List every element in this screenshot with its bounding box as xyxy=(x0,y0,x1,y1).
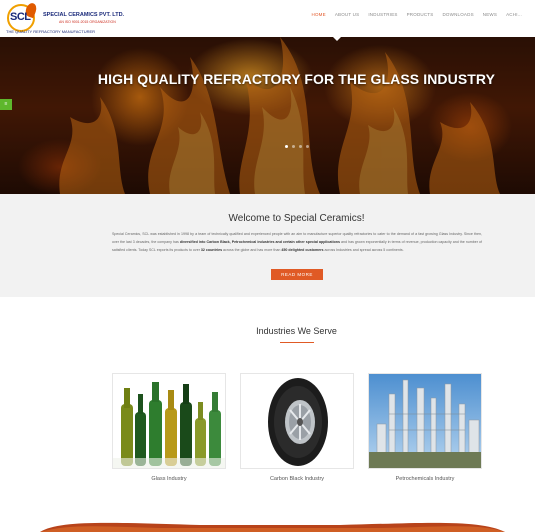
glass-bottles-image xyxy=(113,374,225,468)
industry-card-petrochemicals[interactable] xyxy=(368,373,482,469)
tyre-image xyxy=(241,374,353,468)
refinery-image xyxy=(369,374,481,468)
nav-downloads[interactable]: DOWNLOADS xyxy=(442,12,473,17)
welcome-section: Welcome to Special Ceramics! Special Cer… xyxy=(0,194,535,297)
main-nav: HOME ABOUT US INDUSTRIES PRODUCTS DOWNLO… xyxy=(312,12,523,17)
logo-tagline: THE QUALITY REFRACTORY MANUFACTURER xyxy=(6,29,96,34)
slider-dot-4[interactable] xyxy=(306,145,309,148)
welcome-body: Special Ceramics, SCL was established in… xyxy=(112,231,482,254)
nav-home[interactable]: HOME xyxy=(312,12,326,17)
logo-letters: SCL xyxy=(10,11,31,23)
nav-products[interactable]: PRODUCTS xyxy=(407,12,434,17)
welcome-title: Welcome to Special Ceramics! xyxy=(228,213,365,224)
iso-badge-text: AN ISO 9001:2015 ORGANIZATION xyxy=(59,20,116,24)
site-header: SCL THE QUALITY REFRACTORY MANUFACTURER … xyxy=(0,0,535,37)
industry-card-carbon-black[interactable] xyxy=(240,373,354,469)
title-underline xyxy=(280,342,314,343)
footer-fire-wave xyxy=(40,522,505,532)
company-name: SPECIAL CERAMICS PVT. LTD. xyxy=(43,12,125,18)
industry-card-glass[interactable] xyxy=(112,373,226,469)
nav-about-us[interactable]: ABOUT US xyxy=(335,12,360,17)
slider-dot-1[interactable] xyxy=(285,145,288,148)
company-logo[interactable]: SCL THE QUALITY REFRACTORY MANUFACTURER … xyxy=(6,1,126,34)
industry-label-carbon-black[interactable]: Carbon Black Industry xyxy=(240,476,354,482)
slider-dot-3[interactable] xyxy=(299,145,302,148)
body-text: across the globe and has more than xyxy=(222,247,282,252)
slider-dot-2[interactable] xyxy=(292,145,295,148)
industry-label-petrochemicals[interactable]: Petrochemicals Industry xyxy=(368,476,482,482)
menu-icon[interactable]: ≡ xyxy=(0,99,12,110)
nav-pointer xyxy=(333,37,341,41)
industry-label-glass[interactable]: Glass Industry xyxy=(112,476,226,482)
body-highlight: diversified into Carbon Black, Petrochem… xyxy=(179,239,340,244)
nav-news[interactable]: NEWS xyxy=(483,12,497,17)
nav-industries[interactable]: INDUSTRIES xyxy=(368,12,397,17)
body-highlight: 32 countries xyxy=(200,247,223,252)
hero-overlay xyxy=(0,37,535,194)
body-highlight: 450 delighted customers xyxy=(281,247,324,252)
nav-achievements[interactable]: ACHI... xyxy=(506,12,522,17)
hero-title: HIGH QUALITY REFRACTORY FOR THE GLASS IN… xyxy=(97,71,496,87)
read-more-button[interactable]: READ MORE xyxy=(271,269,323,280)
hero-slider xyxy=(0,37,535,194)
body-text: across Industries and spread across 5 co… xyxy=(323,247,404,252)
slider-pagination xyxy=(285,145,309,148)
industries-title: Industries We Serve xyxy=(256,326,337,336)
